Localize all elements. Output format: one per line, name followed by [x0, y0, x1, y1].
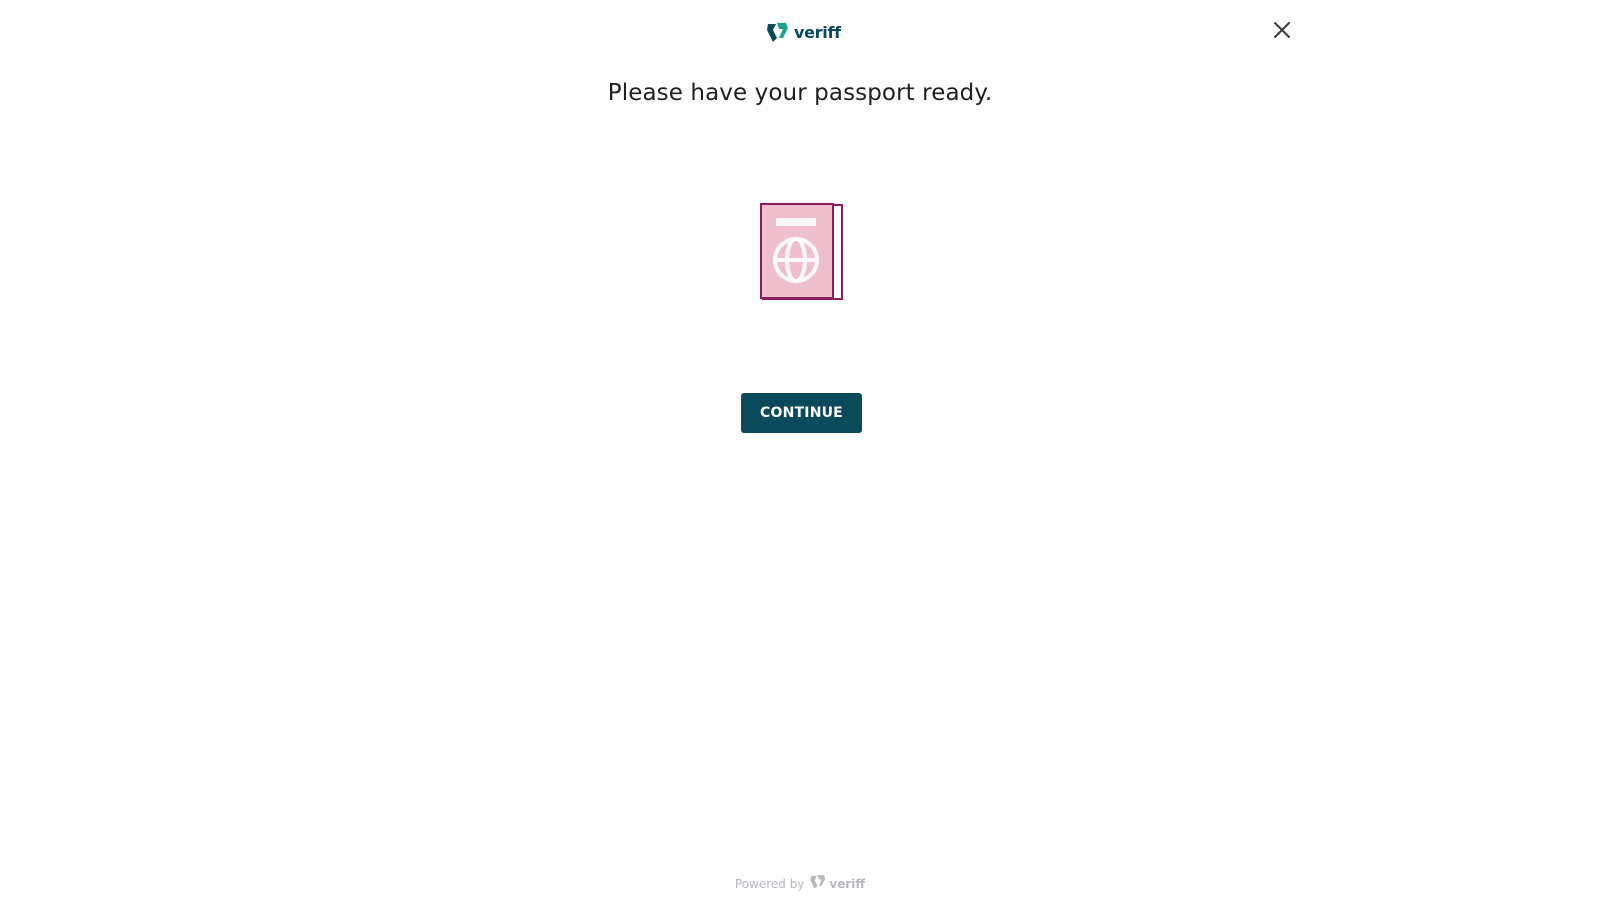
footer-brand-name: veriff: [829, 877, 866, 891]
passport-illustration: [760, 203, 844, 306]
veriff-logo-icon: [809, 873, 826, 895]
brand-name: veriff: [794, 22, 841, 42]
page-title: Please have your passport ready.: [607, 80, 993, 106]
footer: Powered by veriff: [0, 874, 1600, 894]
powered-by-label: Powered by: [734, 877, 805, 891]
header: veriff: [0, 0, 1600, 64]
passport-icon: [760, 203, 844, 305]
close-button[interactable]: [1270, 20, 1294, 44]
close-icon[interactable]: [1273, 21, 1291, 44]
continue-button[interactable]: CONTINUE: [741, 393, 862, 433]
veriff-logo: veriff: [765, 19, 841, 45]
veriff-logo-icon: [765, 20, 789, 44]
footer-veriff-logo[interactable]: veriff: [809, 873, 865, 895]
